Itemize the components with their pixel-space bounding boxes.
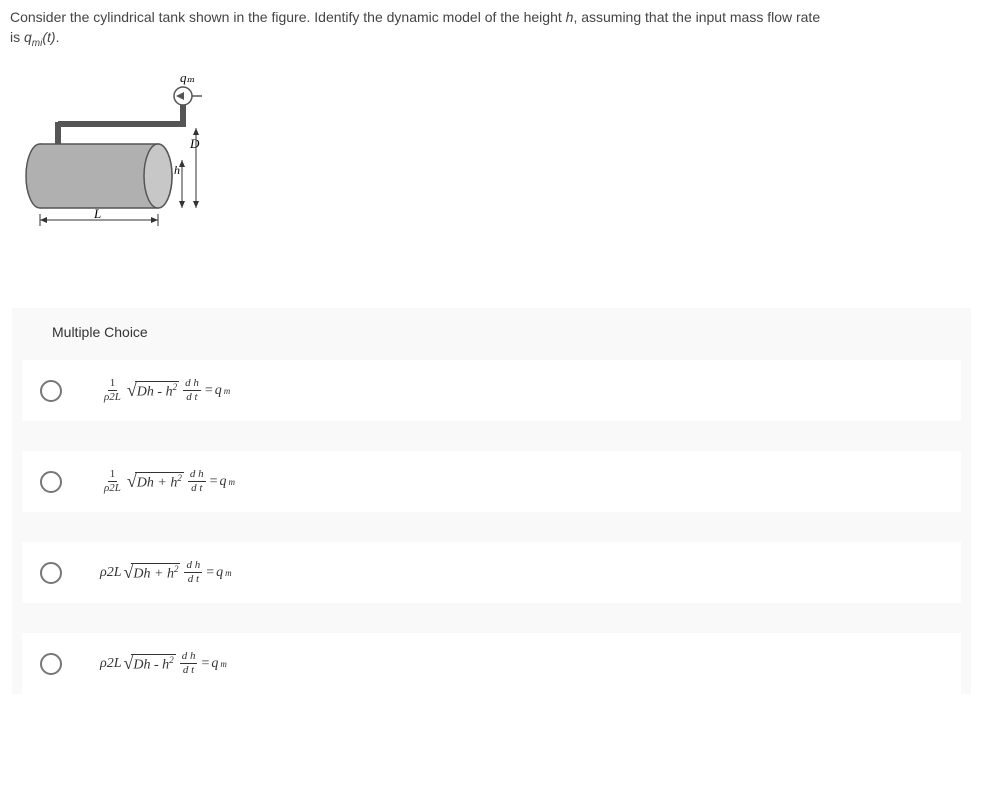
radio-2[interactable] — [40, 471, 62, 493]
radio-4[interactable] — [40, 653, 62, 675]
var-q: q — [24, 29, 32, 45]
equation-2: 1 ρ2L Dh + h2 d h d t = qm — [100, 469, 235, 494]
question-line1-suffix: , assuming that the input mass flow rate — [573, 9, 820, 25]
equation-3: ρ2L Dh + h2 d h d t = qm — [100, 560, 232, 585]
option-2[interactable]: 1 ρ2L Dh + h2 d h d t = qm — [22, 451, 961, 512]
svg-text:D: D — [189, 136, 200, 151]
tank-figure: qₘ D h L — [18, 68, 218, 238]
multiple-choice-container: Multiple Choice 1 ρ2L Dh - h2 d h d t = … — [12, 308, 971, 694]
question-line2-prefix: is — [10, 29, 24, 45]
radio-1[interactable] — [40, 380, 62, 402]
option-3[interactable]: ρ2L Dh + h2 d h d t = qm — [22, 542, 961, 603]
question-line2-suffix: . — [56, 29, 60, 45]
label-qm: qₘ — [180, 70, 195, 85]
question-line1-prefix: Consider the cylindrical tank shown in t… — [10, 9, 566, 25]
radio-3[interactable] — [40, 562, 62, 584]
var-q-sub: mi — [32, 37, 43, 48]
var-q-arg: (t) — [42, 29, 55, 45]
svg-text:L: L — [93, 206, 101, 221]
question-text: Consider the cylindrical tank shown in t… — [0, 0, 983, 54]
option-4[interactable]: ρ2L Dh - h2 d h d t = qm — [22, 633, 961, 694]
option-1[interactable]: 1 ρ2L Dh - h2 d h d t = qm — [22, 360, 961, 421]
svg-text:h: h — [174, 163, 180, 177]
equation-4: ρ2L Dh - h2 d h d t = qm — [100, 651, 227, 676]
mc-title: Multiple Choice — [12, 318, 971, 360]
equation-1: 1 ρ2L Dh - h2 d h d t = qm — [100, 378, 230, 403]
